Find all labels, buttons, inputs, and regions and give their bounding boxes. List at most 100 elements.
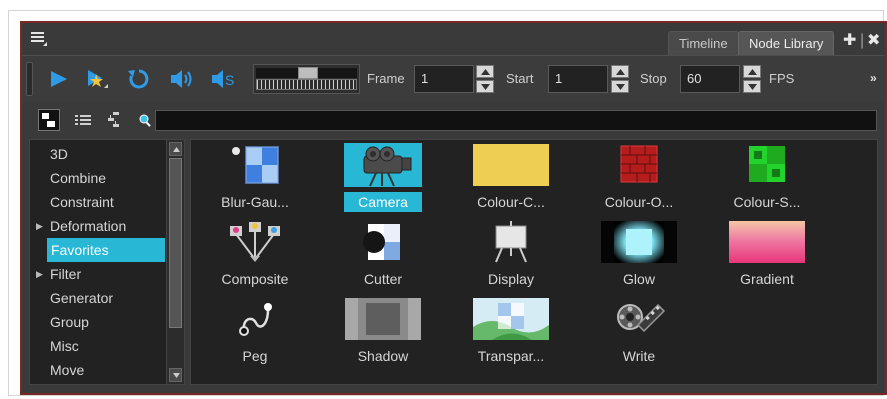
node-label: Glow bbox=[623, 271, 655, 287]
expand-arrow-icon[interactable]: ▶ bbox=[36, 214, 43, 238]
menu-icon[interactable] bbox=[30, 29, 48, 47]
transparency-icon bbox=[472, 297, 550, 341]
node-colour-screen[interactable]: Colour-S... bbox=[712, 141, 822, 217]
category-move[interactable]: Move bbox=[30, 358, 168, 382]
frame-label: Frame bbox=[367, 71, 405, 86]
glow-icon bbox=[600, 220, 678, 264]
category-label: Favorites bbox=[51, 242, 109, 258]
frame-down-icon[interactable] bbox=[476, 80, 494, 93]
hierarchy-view-icon[interactable] bbox=[104, 109, 126, 131]
start-label: Start bbox=[506, 71, 534, 86]
write-icon bbox=[600, 297, 678, 341]
colour-override-icon bbox=[600, 143, 678, 187]
playback-speed-slider[interactable] bbox=[253, 64, 360, 94]
start-stepper[interactable] bbox=[611, 65, 629, 93]
stop-field[interactable]: 60 bbox=[680, 65, 740, 93]
start-down-icon[interactable] bbox=[611, 80, 629, 93]
tab-timeline[interactable]: Timeline bbox=[668, 31, 739, 55]
composite-icon bbox=[216, 220, 294, 264]
node-shadow[interactable]: Shadow bbox=[328, 295, 438, 371]
category-misc[interactable]: Misc bbox=[30, 334, 168, 358]
fps-label: FPS bbox=[769, 71, 795, 86]
panel-header: Timeline Node Library ✚ | ✖ bbox=[22, 23, 885, 55]
list-view-icon[interactable] bbox=[72, 109, 94, 131]
playback-toolbar: S Frame 1 Start 1 Stop 60 FPS » bbox=[22, 55, 885, 101]
node-cutter[interactable]: Cutter bbox=[328, 218, 438, 294]
node-label: Display bbox=[488, 271, 534, 287]
scroll-up-icon[interactable] bbox=[169, 142, 182, 156]
node-write[interactable]: Write bbox=[584, 295, 694, 371]
frame-field[interactable]: 1 bbox=[414, 65, 474, 93]
tree-view-icon[interactable] bbox=[38, 109, 60, 131]
category-deformation[interactable]: ▶ Deformation bbox=[30, 214, 168, 238]
node-colour-override[interactable]: Colour-O... bbox=[584, 141, 694, 217]
node-glow[interactable]: Glow bbox=[584, 218, 694, 294]
category-constraint[interactable]: Constraint bbox=[30, 190, 168, 214]
frame-up-icon[interactable] bbox=[476, 65, 494, 78]
scroll-down-icon[interactable] bbox=[169, 368, 182, 382]
play-icon[interactable] bbox=[46, 66, 72, 92]
node-label: Peg bbox=[242, 348, 268, 364]
node-peg[interactable]: Peg bbox=[200, 295, 310, 371]
node-label: Transpar... bbox=[477, 348, 545, 364]
play-selection-icon[interactable] bbox=[84, 66, 110, 92]
sound-icon[interactable] bbox=[168, 66, 194, 92]
node-transparency[interactable]: Transpar... bbox=[456, 295, 566, 371]
node-colour-card[interactable]: Colour-C... bbox=[456, 141, 566, 217]
stop-stepper[interactable] bbox=[743, 65, 761, 93]
category-label: Misc bbox=[50, 338, 79, 354]
expand-arrow-icon[interactable]: ▶ bbox=[36, 262, 43, 286]
colour-card-icon bbox=[472, 143, 550, 187]
start-field[interactable]: 1 bbox=[548, 65, 608, 93]
stop-down-icon[interactable] bbox=[743, 80, 761, 93]
node-composite[interactable]: Composite bbox=[200, 218, 310, 294]
node-label: Blur-Gau... bbox=[221, 194, 289, 210]
node-grid: Blur-Gau... Camera Colour-C... Colour-O.… bbox=[190, 139, 878, 385]
loop-icon[interactable] bbox=[126, 66, 152, 92]
blur-gaussian-icon bbox=[216, 143, 294, 187]
search-input[interactable] bbox=[155, 110, 877, 131]
peg-icon bbox=[216, 297, 294, 341]
category-3d[interactable]: 3D bbox=[30, 142, 168, 166]
category-label: Constraint bbox=[50, 194, 114, 210]
sound-scrubbing-icon[interactable]: S bbox=[210, 66, 240, 92]
cutter-icon bbox=[344, 220, 422, 264]
category-scrollbar[interactable] bbox=[166, 140, 184, 384]
node-label: Colour-S... bbox=[733, 194, 801, 210]
node-display[interactable]: Display bbox=[456, 218, 566, 294]
category-filter[interactable]: ▶ Filter bbox=[30, 262, 168, 286]
stop-up-icon[interactable] bbox=[743, 65, 761, 78]
tab-node-library[interactable]: Node Library bbox=[738, 31, 835, 55]
colour-screen-icon bbox=[728, 143, 806, 187]
display-icon bbox=[472, 220, 550, 264]
node-gradient[interactable]: Gradient bbox=[712, 218, 822, 294]
category-group[interactable]: Group bbox=[30, 310, 168, 334]
gradient-icon bbox=[728, 220, 806, 264]
slider-thumb[interactable] bbox=[298, 67, 318, 79]
search-row bbox=[22, 101, 885, 137]
search-icon bbox=[135, 110, 155, 130]
toolbar-overflow-button[interactable]: » bbox=[870, 71, 877, 85]
stop-label: Stop bbox=[640, 71, 667, 86]
category-generator[interactable]: Generator bbox=[30, 286, 168, 310]
scroll-thumb[interactable] bbox=[169, 158, 182, 328]
frame-stepper[interactable] bbox=[476, 65, 494, 93]
camera-icon bbox=[344, 143, 422, 187]
category-label: Group bbox=[50, 314, 89, 330]
category-label: Deformation bbox=[50, 218, 127, 234]
node-label: Colour-C... bbox=[477, 194, 545, 210]
node-label: Shadow bbox=[357, 348, 409, 364]
start-up-icon[interactable] bbox=[611, 65, 629, 78]
toolbar-grip[interactable] bbox=[26, 62, 33, 96]
tab-tools-divider: | bbox=[860, 32, 865, 49]
node-camera[interactable]: Camera bbox=[328, 141, 438, 217]
category-label: Filter bbox=[50, 266, 82, 282]
category-label: 3D bbox=[50, 146, 68, 162]
category-combine[interactable]: Combine bbox=[30, 166, 168, 190]
close-icon[interactable]: ✖ bbox=[867, 32, 880, 50]
node-blur-gaussian[interactable]: Blur-Gau... bbox=[200, 141, 310, 217]
add-tab-icon[interactable]: ✚ bbox=[843, 32, 856, 50]
svg-text:S: S bbox=[225, 72, 234, 88]
slider-ticks bbox=[256, 79, 357, 90]
category-favorites[interactable]: Favorites bbox=[47, 238, 165, 262]
